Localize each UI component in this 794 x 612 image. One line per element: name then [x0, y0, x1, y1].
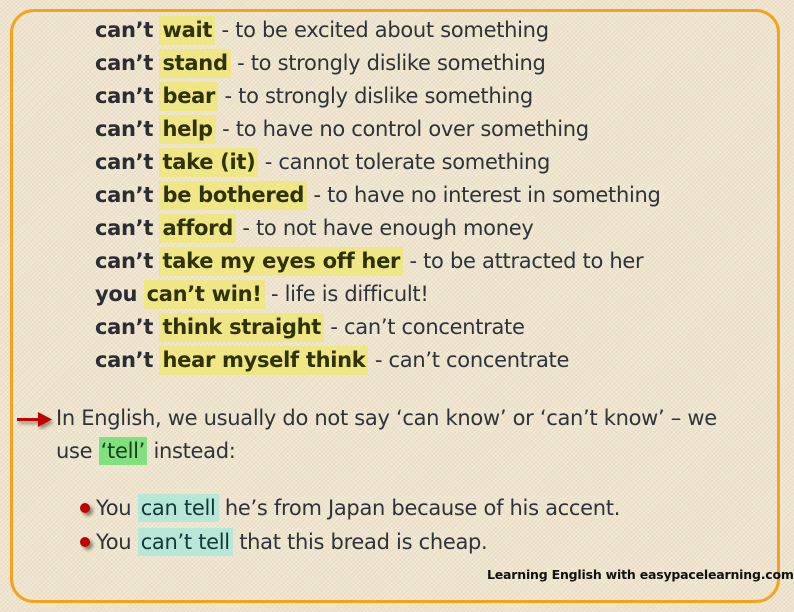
idiom-phrase: bear [159, 82, 219, 111]
idiom-phrase: hear myself think [159, 346, 369, 375]
example-highlight: can tell [137, 494, 219, 522]
note-text: use [56, 439, 93, 463]
idiom-definition: - to be attracted to her [409, 249, 644, 273]
usage-note: In English, we usually do not say ‘can k… [56, 402, 776, 468]
idiom-list: can’t wait - to be excited about somethi… [95, 14, 661, 377]
example-text: You [96, 530, 132, 554]
credit-text: Learning English with easypacelearning.c… [487, 567, 794, 582]
idiom-phrase: wait [159, 16, 216, 45]
idiom-phrase: stand [159, 49, 231, 78]
idiom-item: can’t afford - to not have enough money [95, 212, 661, 245]
note-line-1: In English, we usually do not say ‘can k… [56, 406, 717, 430]
idiom-item: you can’t win! - life is difficult! [95, 278, 661, 311]
idiom-definition: - life is difficult! [270, 282, 429, 306]
idiom-prefix: can’t [95, 249, 154, 273]
idiom-definition: - can’t concentrate [374, 348, 570, 372]
idiom-item: can’t be bothered - to have no interest … [95, 179, 661, 212]
idiom-prefix: you [95, 282, 138, 306]
idiom-phrase: can’t win! [143, 280, 265, 309]
idiom-phrase: think straight [159, 313, 324, 342]
idiom-prefix: can’t [95, 348, 154, 372]
idiom-item: can’t help - to have no control over som… [95, 113, 661, 146]
idiom-phrase: be bothered [159, 181, 308, 210]
idiom-phrase: take (it) [159, 148, 259, 177]
idiom-item: can’t take (it) - cannot tolerate someth… [95, 146, 661, 179]
idiom-prefix: can’t [95, 150, 154, 174]
example-text: that this bread is cheap. [239, 530, 488, 554]
idiom-definition: - to have no interest in something [313, 183, 661, 207]
note-line-2: use ‘tell’ instead: [56, 435, 776, 468]
idiom-prefix: can’t [95, 117, 154, 141]
example-item: You can tell he’s from Japan because of … [78, 491, 620, 525]
idiom-definition: - to strongly dislike something [224, 84, 533, 108]
idiom-definition: - cannot tolerate something [264, 150, 551, 174]
idiom-phrase: take my eyes off her [159, 247, 404, 276]
note-highlight: ‘tell’ [98, 437, 148, 465]
example-highlight: can’t tell [137, 528, 233, 556]
idiom-definition: - can’t concentrate [330, 315, 525, 339]
idiom-item: can’t wait - to be excited about somethi… [95, 14, 661, 47]
idiom-prefix: can’t [95, 84, 154, 108]
note-text: instead: [153, 439, 236, 463]
idiom-phrase: help [159, 115, 216, 144]
idiom-prefix: can’t [95, 18, 154, 42]
idiom-item: can’t bear - to strongly dislike somethi… [95, 80, 661, 113]
idiom-prefix: can’t [95, 51, 154, 75]
idiom-item: can’t take my eyes off her - to be attra… [95, 245, 661, 278]
idiom-prefix: can’t [95, 216, 154, 240]
idiom-prefix: can’t [95, 183, 154, 207]
arrow-right-icon [17, 412, 52, 427]
idiom-definition: - to be excited about something [221, 18, 549, 42]
idiom-item: can’t stand - to strongly dislike someth… [95, 47, 661, 80]
example-text: You [96, 496, 132, 520]
idiom-prefix: can’t [95, 315, 154, 339]
example-text: he’s from Japan because of his accent. [224, 496, 621, 520]
idiom-definition: - to not have enough money [242, 216, 534, 240]
idiom-item: can’t think straight - can’t concentrate [95, 311, 661, 344]
example-list: You can tell he’s from Japan because of … [78, 491, 620, 559]
bullet-icon [80, 503, 90, 513]
bullet-icon [80, 537, 90, 547]
example-item: You can’t tell that this bread is cheap. [78, 525, 620, 559]
idiom-definition: - to have no control over something [222, 117, 589, 141]
idiom-item: can’t hear myself think - can’t concentr… [95, 344, 661, 377]
idiom-phrase: afford [159, 214, 236, 243]
idiom-definition: - to strongly dislike something [237, 51, 546, 75]
